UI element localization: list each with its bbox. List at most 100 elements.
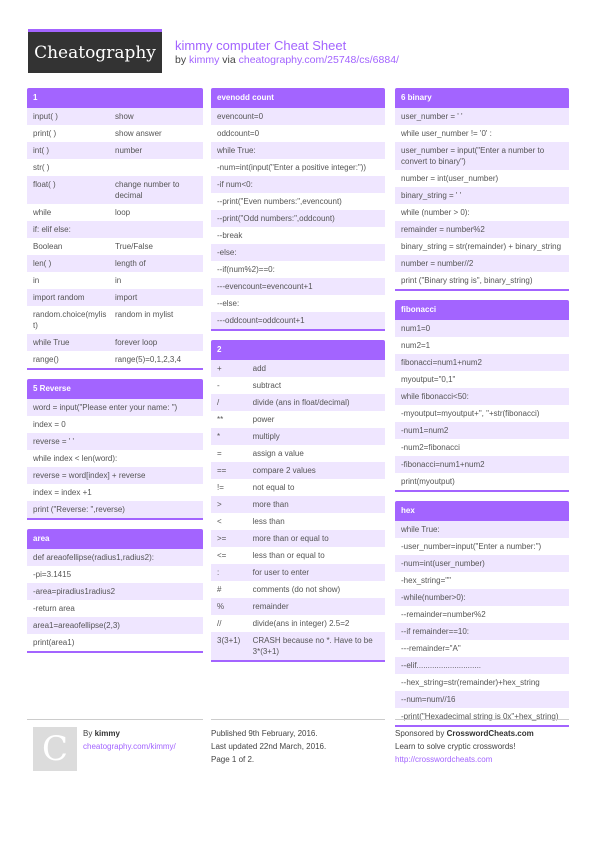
by-label: by — [175, 54, 187, 66]
table-row: def areaofellipse(radius1,radius2): — [27, 549, 203, 566]
table-row: print(myoutput) — [395, 473, 569, 490]
section-title: area — [27, 529, 203, 549]
row-code: reverse = word[index] + reverse — [33, 471, 146, 480]
row-code: -fibonacci=num1+num2 — [401, 460, 485, 469]
table-row: --else: — [211, 295, 385, 312]
section-title: hex — [395, 501, 569, 521]
via-label: via — [222, 54, 236, 66]
row-value: range(5)=0,1,2,3,4 — [115, 355, 182, 364]
column-3: 6 binary user_number = ' ' while user_numb… — [395, 88, 569, 736]
row-value: more than — [252, 500, 289, 509]
row-code: ---evencount=evencount+1 — [217, 282, 313, 291]
table-row: == compare 2 values — [211, 462, 385, 479]
table-row: --num=num//16 — [395, 691, 569, 708]
section-title: 1 — [27, 88, 203, 108]
table-row: --elif............................. — [395, 657, 569, 674]
row-code: --num=num//16 — [401, 695, 456, 704]
table-row: float( ) change number to decimal — [27, 176, 203, 204]
table-row: --print("Even numbers:",evencount) — [211, 193, 385, 210]
table-row: len( ) length of — [27, 255, 203, 272]
table-row: % remainder — [211, 598, 385, 615]
row-key: % — [217, 602, 225, 611]
section-title: 5 Reverse — [27, 379, 203, 399]
row-code: while True: — [217, 146, 256, 155]
table-row: print ("Reverse: ",reverse) — [27, 501, 203, 518]
column-1: 1 input( ) show print( ) show answer int( ) nu… — [27, 88, 203, 662]
table-row: -return area — [27, 600, 203, 617]
row-value: remainder — [252, 602, 289, 611]
table-row: print( ) show answer — [27, 125, 203, 142]
table-row: while (number > 0): — [395, 204, 569, 221]
row-code: --remainder=number%2 — [401, 610, 486, 619]
table-row: binary_string = ' ' — [395, 187, 569, 204]
row-value: multiply — [252, 432, 280, 441]
table-row: != not equal to — [211, 479, 385, 496]
row-key: = — [217, 449, 222, 458]
section-body: word = input("Please enter your name: ")… — [27, 399, 203, 518]
row-code: while True: — [401, 525, 440, 534]
row-code: print(area1) — [33, 638, 75, 647]
row-code: area1=areaofellipse(2,3) — [33, 621, 120, 630]
row-value — [115, 162, 197, 173]
row-value: add — [252, 364, 266, 373]
table-row: = assign a value — [211, 445, 385, 462]
row-code: index = index +1 — [33, 488, 92, 497]
cheatography-logo[interactable]: Cheatography — [28, 29, 162, 73]
row-code: oddcount=0 — [217, 129, 260, 138]
table-row: index = 0 — [27, 416, 203, 433]
table-row: * multiply — [211, 428, 385, 445]
row-code: num2=1 — [401, 341, 431, 350]
table-row: word = input("Please enter your name: ") — [27, 399, 203, 416]
table-row: while user_number != '0' : — [395, 125, 569, 142]
table-row: -if num<0: — [211, 176, 385, 193]
column-2: evenodd count evencount=0 oddcount=0 while … — [211, 88, 385, 671]
table-row: --remainder=number%2 — [395, 606, 569, 623]
sponsored-by-label: Sponsored by — [395, 729, 445, 738]
table-row: -num=int(input("Enter a positive integer… — [211, 159, 385, 176]
row-value: change number to decimal — [115, 180, 180, 200]
row-key: == — [217, 466, 227, 475]
row-key: + — [217, 364, 222, 373]
row-code: --if remainder==10: — [401, 627, 470, 636]
table-row: number = int(user_number) — [395, 170, 569, 187]
row-value: subtract — [252, 381, 282, 390]
table-row: binary_string = str(remainder) + binary_… — [395, 238, 569, 255]
row-value: number — [115, 146, 143, 155]
row-code: ---oddcount=oddcount+1 — [217, 316, 305, 325]
footer-author-name: kimmy — [94, 729, 120, 738]
sponsor-link[interactable]: http://crosswordcheats.com — [395, 755, 492, 764]
table-row: fibonacci=num1+num2 — [395, 354, 569, 371]
row-code: while (number > 0): — [401, 208, 470, 217]
footer-dates: Published 9th February, 2016. Last updat… — [211, 719, 385, 766]
updated-date: Last updated 22nd March, 2016. — [211, 742, 327, 751]
row-key: : — [217, 568, 220, 577]
row-code: remainder = number%2 — [401, 225, 485, 234]
published-date: Published 9th February, 2016. — [211, 729, 318, 738]
footer-author-link[interactable]: cheatography.com/kimmy/ — [83, 742, 176, 751]
row-code: -num2=fibonacci — [401, 443, 460, 452]
table-row: -num1=num2 — [395, 422, 569, 439]
table-row: area1=areaofellipse(2,3) — [27, 617, 203, 634]
table-row: while index < len(word): — [27, 450, 203, 467]
row-value: True/False — [115, 242, 153, 251]
page-number: Page 1 of 2. — [211, 755, 255, 764]
row-value: loop — [115, 208, 131, 217]
row-code: -hex_string="" — [401, 576, 451, 585]
author-link[interactable]: kimmy — [189, 54, 219, 66]
row-value: more than or equal to — [252, 534, 329, 543]
section-body: def areaofellipse(radius1,radius2): -pi=3… — [27, 549, 203, 651]
row-value: divide(ans in integer) 2.5=2 — [252, 619, 350, 628]
row-key: in — [33, 276, 40, 285]
section-body: + add - subtract / divide (ans in float/decim… — [211, 360, 385, 660]
sheet-url-link[interactable]: cheatography.com/25748/cs/6884/ — [239, 54, 399, 66]
row-key: < — [217, 517, 222, 526]
table-row: index = index +1 — [27, 484, 203, 501]
table-row: < less than — [211, 513, 385, 530]
section-body: user_number = ' ' while user_number != '0… — [395, 108, 569, 289]
section-reverse: 5 Reverse word = input("Please enter your… — [27, 379, 203, 520]
section-title: 2 — [211, 340, 385, 360]
table-row: while loop — [27, 204, 203, 221]
row-value: compare 2 values — [252, 466, 316, 475]
sponsor-tagline: Learn to solve cryptic crosswords! — [395, 742, 516, 751]
table-row: -fibonacci=num1+num2 — [395, 456, 569, 473]
